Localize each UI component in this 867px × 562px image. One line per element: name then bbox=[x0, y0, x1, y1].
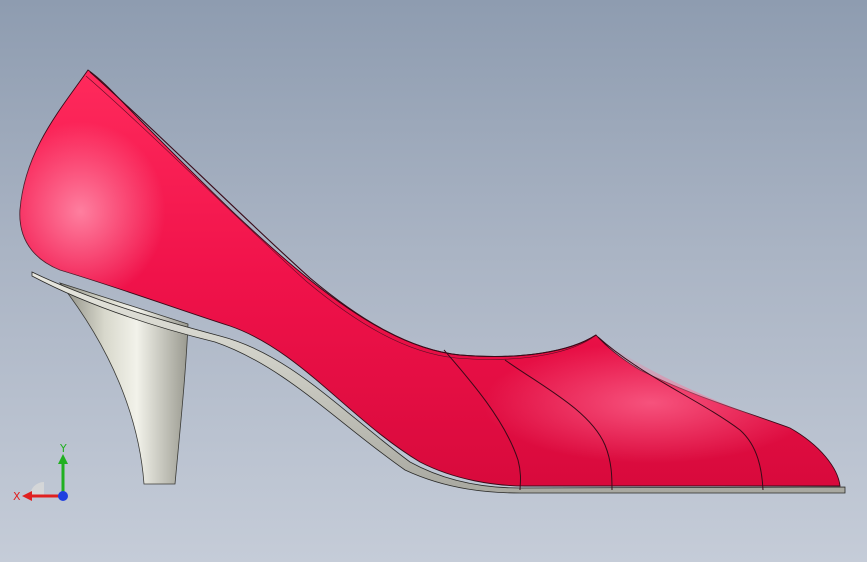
z-axis-dot bbox=[58, 491, 68, 501]
y-axis-label: Y bbox=[59, 442, 67, 455]
x-axis-label: X bbox=[13, 490, 21, 503]
shoe-model[interactable] bbox=[0, 0, 867, 562]
coordinate-triad: Y X bbox=[13, 442, 68, 503]
graphics-viewport[interactable]: Y X bbox=[0, 0, 867, 562]
